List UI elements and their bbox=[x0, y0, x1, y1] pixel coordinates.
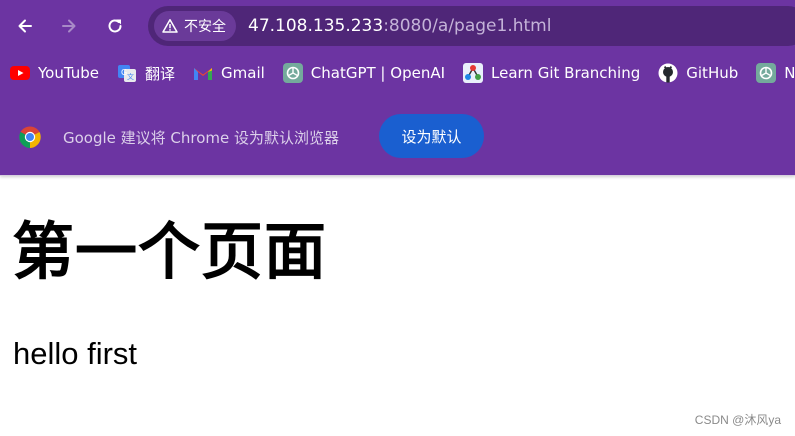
browser-toolbar: 不安全 47.108.135.233:8080/a/page1.html bbox=[0, 0, 795, 52]
page-paragraph: hello first bbox=[13, 336, 138, 371]
github-icon bbox=[658, 63, 678, 83]
security-indicator[interactable]: 不安全 bbox=[154, 11, 236, 41]
page-heading: 第一个页面 bbox=[12, 215, 328, 288]
bookmark-label: N bbox=[784, 64, 795, 82]
page-content: 第一个页面 hello first CSDN @沐风ya bbox=[0, 176, 795, 436]
bookmark-github[interactable]: GitHub bbox=[648, 59, 746, 87]
reload-button[interactable] bbox=[98, 9, 132, 43]
set-default-button[interactable]: 设为默认 bbox=[379, 114, 484, 158]
back-button[interactable] bbox=[8, 9, 42, 43]
bookmark-youtube[interactable]: YouTube bbox=[0, 59, 107, 87]
bookmark-label: 翻译 bbox=[145, 64, 176, 83]
bookmark-label: Gmail bbox=[221, 64, 265, 82]
default-browser-infobar: Google 建议将 Chrome 设为默认浏览器 设为默认 bbox=[0, 110, 795, 164]
translate-icon: G文 bbox=[117, 63, 137, 83]
infobar-message: Google 建议将 Chrome 设为默认浏览器 bbox=[63, 128, 340, 147]
bookmark-label: GitHub bbox=[686, 64, 739, 82]
openai-icon bbox=[282, 63, 303, 83]
url-text[interactable]: 47.108.135.233:8080/a/page1.html bbox=[248, 16, 551, 36]
url-host: 47.108.135.233 bbox=[248, 16, 384, 36]
bookmark-learn-git-branching[interactable]: Learn Git Branching bbox=[453, 59, 648, 87]
gmail-icon bbox=[193, 63, 213, 83]
browser-chrome: 不安全 47.108.135.233:8080/a/page1.html You… bbox=[0, 0, 795, 176]
bookmark-label: YouTube bbox=[38, 64, 99, 82]
bookmark-label: Learn Git Branching bbox=[491, 64, 641, 82]
bookmark-gmail[interactable]: Gmail bbox=[183, 59, 273, 87]
csdn-watermark: CSDN @沐风ya bbox=[694, 413, 781, 427]
bookmarks-bar: YouTube G文 翻译 Gmail ChatGPT | OpenAI Lea… bbox=[0, 56, 795, 90]
openai-icon bbox=[756, 63, 777, 83]
url-path: :8080/a/page1.html bbox=[383, 16, 552, 36]
bookmark-chatgpt[interactable]: ChatGPT | OpenAI bbox=[273, 59, 453, 87]
reload-icon bbox=[108, 19, 122, 33]
bookmark-translate[interactable]: G文 翻译 bbox=[107, 59, 183, 87]
address-bar[interactable]: 不安全 47.108.135.233:8080/a/page1.html bbox=[148, 6, 795, 46]
chrome-logo-icon bbox=[19, 126, 41, 148]
bookmark-label: ChatGPT | OpenAI bbox=[310, 64, 446, 82]
forward-button[interactable] bbox=[52, 9, 86, 43]
security-label: 不安全 bbox=[184, 19, 226, 35]
arrow-left-icon bbox=[18, 19, 32, 33]
svg-text:文: 文 bbox=[127, 72, 134, 81]
youtube-icon bbox=[10, 63, 30, 83]
arrow-right-icon bbox=[62, 19, 76, 33]
bookmark-openai-truncated[interactable]: N bbox=[746, 59, 795, 87]
warning-icon bbox=[162, 19, 178, 33]
git-branching-icon bbox=[463, 63, 484, 83]
